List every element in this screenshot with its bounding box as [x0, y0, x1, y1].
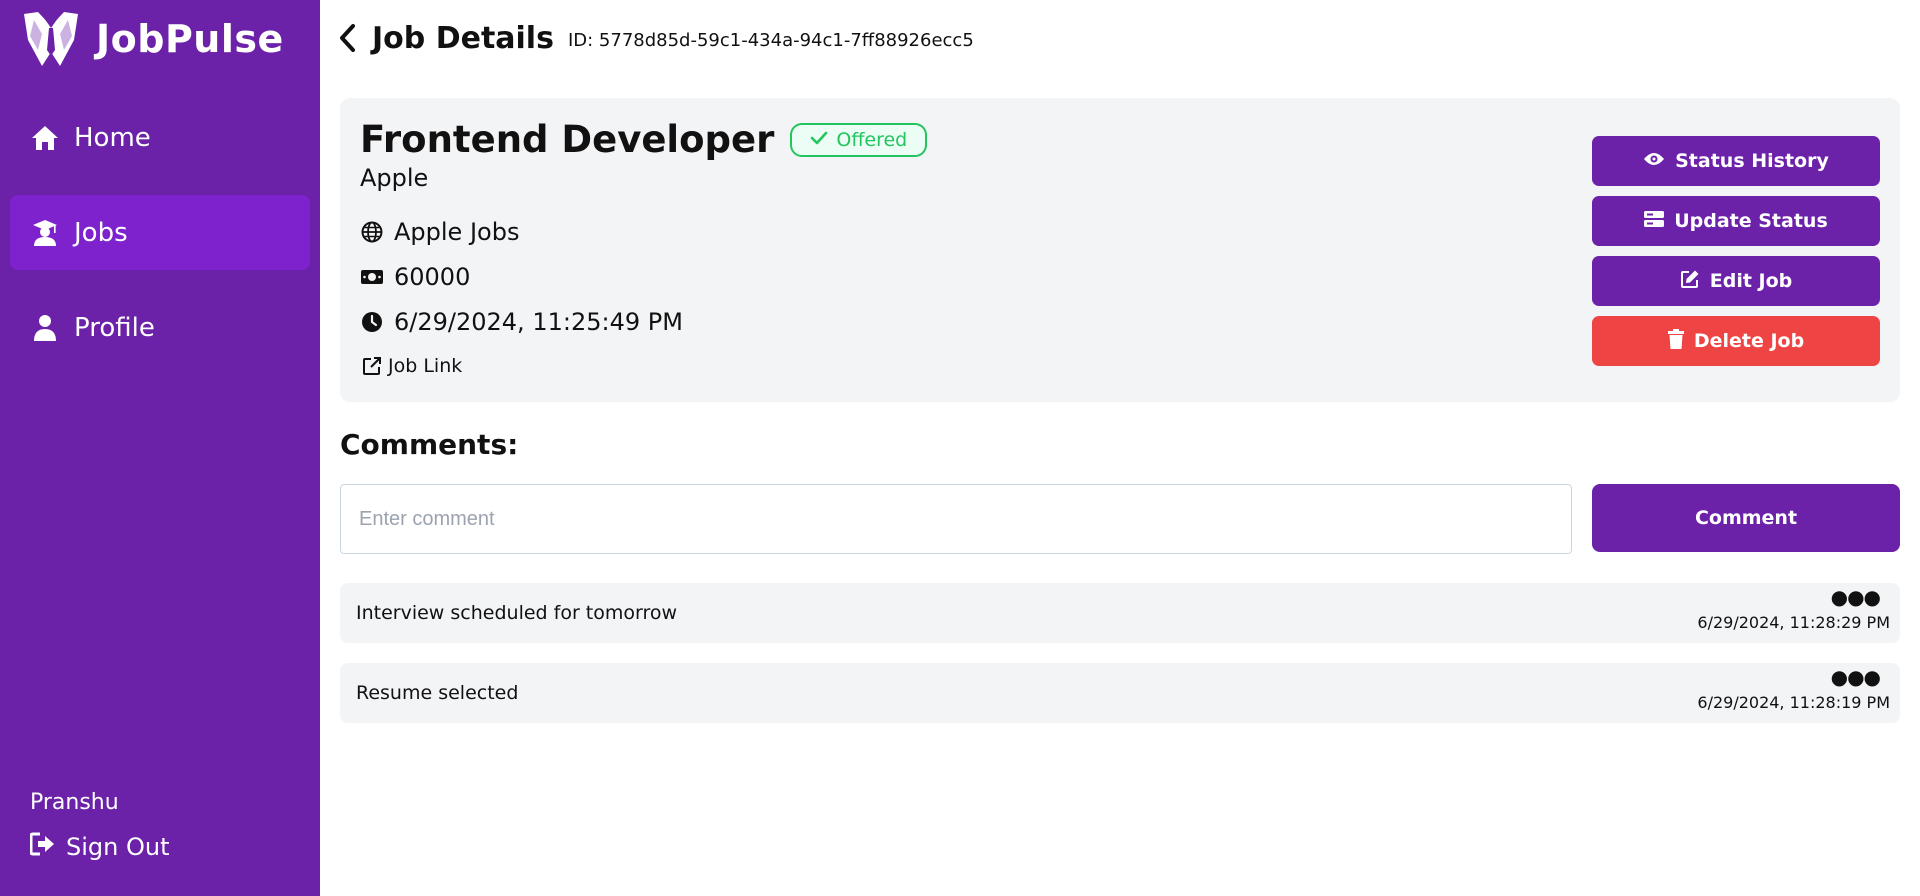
status-label: Offered	[836, 128, 908, 151]
more-options-icon[interactable]: ●●●	[1831, 587, 1881, 607]
job-id: ID: 5778d85d-59c1-434a-94c1-7ff88926ecc5	[567, 29, 974, 51]
more-options-icon[interactable]: ●●●	[1831, 667, 1881, 687]
status-history-label: Status History	[1675, 150, 1829, 172]
sign-out-label: Sign Out	[66, 833, 170, 861]
job-date-row: 6/29/2024, 11:25:49 PM	[360, 308, 683, 336]
user-icon	[30, 313, 60, 343]
edit-icon	[1680, 269, 1700, 294]
job-date: 6/29/2024, 11:25:49 PM	[394, 308, 683, 336]
comment-item: Resume selected ●●● 6/29/2024, 11:28:19 …	[340, 663, 1900, 723]
job-details-card: Frontend Developer Offered Apple Apple J…	[340, 98, 1900, 402]
brand[interactable]: JobPulse	[20, 10, 284, 68]
check-icon	[810, 129, 828, 151]
sidebar-item-label: Home	[74, 122, 151, 153]
sidebar-item-label: Jobs	[74, 217, 128, 248]
status-history-button[interactable]: Status History	[1592, 136, 1880, 186]
job-source: Apple Jobs	[394, 218, 520, 246]
trash-icon	[1667, 328, 1684, 354]
eye-icon	[1643, 150, 1665, 172]
home-icon	[30, 123, 60, 153]
sidebar-item-home[interactable]: Home	[10, 100, 310, 175]
page-header: Job Details ID: 5778d85d-59c1-434a-94c1-…	[338, 18, 974, 58]
job-salary: 60000	[394, 263, 471, 291]
job-link-label: Job Link	[388, 355, 463, 377]
comment-text: Interview scheduled for tomorrow	[356, 602, 678, 624]
sign-out-icon	[29, 832, 56, 862]
job-link[interactable]: Job Link	[360, 354, 462, 378]
job-salary-row: 60000	[360, 263, 470, 291]
app-name: JobPulse	[96, 17, 284, 61]
company-name: Apple	[360, 164, 429, 192]
status-badge: Offered	[790, 122, 928, 157]
server-icon	[1644, 210, 1665, 233]
external-link-icon	[360, 354, 384, 378]
update-status-button[interactable]: Update Status	[1592, 196, 1880, 246]
clock-icon	[360, 310, 384, 334]
comment-input[interactable]	[340, 484, 1572, 554]
comments-title: Comments:	[340, 428, 519, 461]
sidebar-item-profile[interactable]: Profile	[10, 290, 310, 365]
job-actions: Status History Update Status Edit Job De…	[1592, 136, 1880, 376]
delete-job-button[interactable]: Delete Job	[1592, 316, 1880, 366]
page-title: Job Details	[372, 20, 554, 56]
delete-job-label: Delete Job	[1693, 330, 1805, 352]
sidebar-item-jobs[interactable]: Jobs	[10, 195, 310, 270]
sidebar-item-label: Profile	[74, 312, 155, 343]
job-title: Frontend Developer	[360, 118, 775, 161]
comment-submit-button[interactable]: Comment	[1592, 484, 1900, 552]
sidebar: JobPulse Home Jobs Profile Pranshu Sign …	[0, 0, 320, 896]
edit-job-button[interactable]: Edit Job	[1592, 256, 1880, 306]
update-status-label: Update Status	[1674, 210, 1828, 232]
user-name: Pranshu	[30, 790, 119, 815]
graduate-icon	[30, 218, 60, 248]
sidebar-nav: Home Jobs Profile	[10, 100, 310, 385]
comment-text: Resume selected	[356, 682, 519, 704]
tuxedo-logo-icon	[20, 10, 82, 68]
job-source-row: Apple Jobs	[360, 218, 519, 246]
globe-icon	[360, 220, 384, 244]
money-bill-icon	[360, 265, 384, 289]
comment-item: Interview scheduled for tomorrow ●●● 6/2…	[340, 583, 1900, 643]
job-title-row: Frontend Developer Offered	[360, 118, 928, 161]
sign-out-button[interactable]: Sign Out	[29, 832, 170, 862]
comment-timestamp: 6/29/2024, 11:28:19 PM	[1697, 693, 1890, 712]
chevron-left-icon[interactable]	[338, 18, 362, 58]
edit-job-label: Edit Job	[1709, 270, 1793, 292]
comment-timestamp: 6/29/2024, 11:28:29 PM	[1697, 613, 1890, 632]
